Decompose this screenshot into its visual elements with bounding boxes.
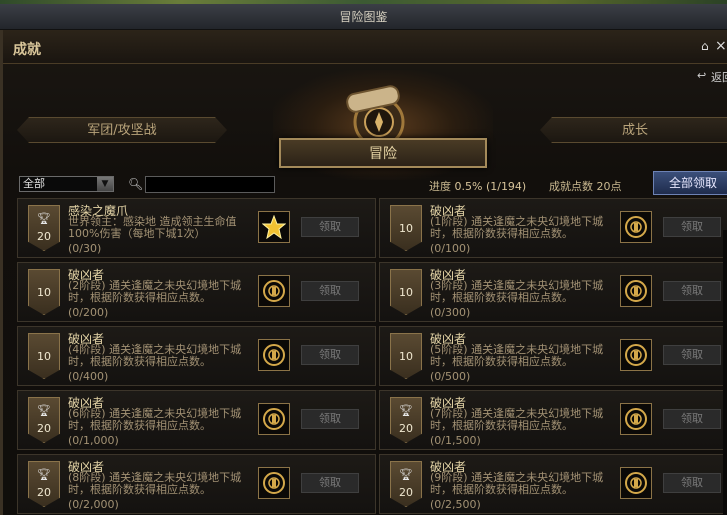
claim-all-button[interactable]: 全部领取 [653, 171, 727, 195]
tab-growth[interactable]: 成长 [540, 117, 727, 143]
claim-button[interactable]: 领取 [663, 473, 721, 493]
points-badge: 10 [390, 269, 422, 315]
search-input[interactable] [145, 176, 275, 193]
achievement-description: (1阶段) 通关逢魔之未央幻境地下城时，根据阶数获得相应点数。 [430, 215, 604, 240]
window-title: 冒险图鉴 [0, 4, 727, 30]
seal-icon[interactable] [258, 403, 290, 435]
achievement-progress: (0/1,500) [430, 434, 481, 447]
achievement-card: 🏆︎ 20 破凶者 (8阶段) 通关逢魔之未央幻境地下城时，根据阶数获得相应点数。 (0… [17, 454, 376, 514]
claim-button[interactable]: 领取 [301, 281, 359, 301]
achievement-card: 10 破凶者 (4阶段) 通关逢魔之未央幻境地下城时，根据阶数获得相应点数。 (0/4… [17, 326, 376, 386]
trophy-icon: 🏆︎ [37, 212, 51, 225]
points-badge: 10 [28, 333, 60, 379]
star-icon[interactable] [258, 211, 290, 243]
claim-button[interactable]: 领取 [301, 345, 359, 365]
trophy-icon: 🏆︎ [37, 404, 51, 417]
progress-readout: 进度 0.5% (1/194) [429, 178, 526, 194]
trophy-icon: 🏆︎ [37, 468, 51, 481]
claim-button[interactable]: 领取 [663, 281, 721, 301]
achievement-description: (2阶段) 通关逢魔之未央幻境地下城时，根据阶数获得相应点数。 [68, 279, 242, 304]
claim-button[interactable]: 领取 [301, 409, 359, 429]
points-badge: 10 [28, 269, 60, 315]
points-badge: 🏆︎ 20 [28, 461, 60, 507]
achievement-card: 10 破凶者 (3阶段) 通关逢魔之未央幻境地下城时，根据阶数获得相应点数。 (0/3… [379, 262, 727, 322]
achievement-progress: (0/200) [68, 306, 109, 319]
tab-adventure[interactable]: 冒险 [279, 138, 487, 168]
claim-button[interactable]: 领取 [301, 473, 359, 493]
achievement-description: (5阶段) 通关逢魔之未央幻境地下城时，根据阶数获得相应点数。 [430, 343, 604, 368]
claim-button[interactable]: 领取 [663, 409, 721, 429]
return-icon[interactable]: ↩ [697, 69, 706, 82]
seal-icon[interactable] [620, 211, 652, 243]
points-badge: 🏆︎ 20 [28, 397, 60, 443]
points-value: 20 [37, 230, 51, 243]
tab-legion-raid[interactable]: 军团/攻坚战 [17, 117, 227, 143]
scrollbar[interactable] [723, 230, 727, 515]
achievement-progress: (0/500) [430, 370, 471, 383]
trophy-icon: 🏆︎ [399, 468, 413, 481]
achievement-progress: (0/2,000) [68, 498, 119, 511]
category-select-value: 全部 [23, 177, 45, 190]
section-label: 成就 [13, 42, 41, 58]
achievement-description: (3阶段) 通关逢魔之未央幻境地下城时，根据阶数获得相应点数。 [430, 279, 604, 304]
category-select[interactable]: 全部 ▼ [19, 176, 114, 192]
achievement-progress: (0/2,500) [430, 498, 481, 511]
trophy-icon: 🏆︎ [399, 404, 413, 417]
achievement-progress: (0/1,000) [68, 434, 119, 447]
seal-icon[interactable] [620, 275, 652, 307]
search-icon: 🔍︎ [128, 177, 144, 191]
achievement-card: 🏆︎ 20 破凶者 (9阶段) 通关逢魔之未央幻境地下城时，根据阶数获得相应点数。 (0… [379, 454, 727, 514]
points-badge: 10 [390, 205, 422, 251]
seal-icon[interactable] [620, 339, 652, 371]
achievement-card: 🏆︎ 20 感染之魔爪 世界领主：感染地 造成领主生命值100%伤害（每地下城1次）(… [17, 198, 376, 258]
points-value: 20 [399, 486, 413, 499]
points-badge: 🏆︎ 20 [390, 397, 422, 443]
close-icon[interactable]: × [715, 39, 727, 53]
seal-icon[interactable] [620, 467, 652, 499]
claim-button[interactable]: 领取 [663, 345, 721, 365]
points-value: 10 [37, 350, 51, 363]
achievement-description: 世界领主：感染地 造成领主生命值100%伤害（每地下城1次） [68, 215, 237, 240]
points-badge: 10 [390, 333, 422, 379]
achievement-points: 成就点数 20点 [549, 180, 622, 193]
points-value: 10 [399, 286, 413, 299]
progress-label: 进度 [429, 180, 451, 193]
claim-button[interactable]: 领取 [301, 217, 359, 237]
achievement-card: 10 破凶者 (2阶段) 通关逢魔之未央幻境地下城时，根据阶数获得相应点数。 (0/2… [17, 262, 376, 322]
home-icon[interactable]: ⌂ [701, 40, 713, 52]
seal-icon[interactable] [258, 275, 290, 307]
points-value: 10 [399, 350, 413, 363]
seal-icon[interactable] [258, 339, 290, 371]
points-value: 20 [37, 422, 51, 435]
points-value: 10 [37, 286, 51, 299]
achievement-description: (9阶段) 通关逢魔之未央幻境地下城时，根据阶数获得相应点数。 [430, 471, 604, 496]
points-value: 20 [37, 486, 51, 499]
achievement-progress: (0/30) [68, 242, 102, 255]
achievement-description: (7阶段) 通关逢魔之未央幻境地下城时，根据阶数获得相应点数。 [430, 407, 604, 432]
points-badge: 🏆︎ 20 [390, 461, 422, 507]
section-header: 成就 ⌂ × [3, 30, 727, 64]
achievement-progress: (0/300) [430, 306, 471, 319]
achievement-description: (8阶段) 通关逢魔之未央幻境地下城时，根据阶数获得相应点数。 [68, 471, 242, 496]
points-value: 10 [399, 222, 413, 235]
achievement-description: (4阶段) 通关逢魔之未央幻境地下城时，根据阶数获得相应点数。 [68, 343, 242, 368]
points-value: 20 [399, 422, 413, 435]
achievement-progress: (0/100) [430, 242, 471, 255]
claim-button[interactable]: 领取 [663, 217, 721, 237]
achievement-description: (6阶段) 通关逢魔之未央幻境地下城时，根据阶数获得相应点数。 [68, 407, 242, 432]
achievement-progress: (0/400) [68, 370, 109, 383]
progress-value: 0.5% (1/194) [454, 180, 527, 193]
achievement-card: 10 破凶者 (1阶段) 通关逢魔之未央幻境地下城时，根据阶数获得相应点数。 (0/1… [379, 198, 727, 258]
seal-icon[interactable] [258, 467, 290, 499]
achievement-card: 10 破凶者 (5阶段) 通关逢魔之未央幻境地下城时，根据阶数获得相应点数。 (0/5… [379, 326, 727, 386]
achievement-panel: 成就 ⌂ × ↩ 返回 军团/攻坚战 成长 冒险 全部 ▼ 🔍︎ 进度 0.5%… [0, 30, 727, 515]
seal-icon[interactable] [620, 403, 652, 435]
achievement-card: 🏆︎ 20 破凶者 (6阶段) 通关逢魔之未央幻境地下城时，根据阶数获得相应点数。 (0… [17, 390, 376, 450]
return-label[interactable]: 返回 [711, 69, 727, 85]
points-badge: 🏆︎ 20 [28, 205, 60, 251]
chevron-down-icon[interactable]: ▼ [97, 177, 113, 191]
achievement-card: 🏆︎ 20 破凶者 (7阶段) 通关逢魔之未央幻境地下城时，根据阶数获得相应点数。 (0… [379, 390, 727, 450]
